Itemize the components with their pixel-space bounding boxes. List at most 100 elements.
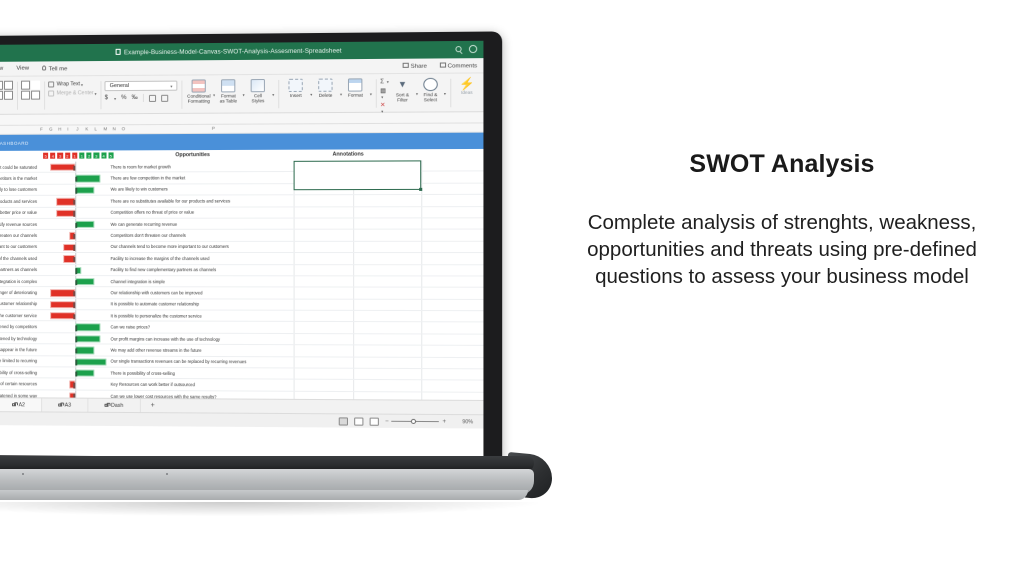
opportunity-cell[interactable]: Key Resources can work better if outsour… [107, 382, 354, 388]
annotation-cell[interactable] [353, 218, 484, 229]
chevron-down-icon[interactable]: ▾ [370, 91, 372, 96]
threat-cell[interactable]: Our relationship is in danger of deterio… [0, 290, 40, 295]
threat-cell[interactable]: There is no possibility of cross-selling [0, 370, 40, 375]
table-row[interactable]: Hard to find complementary partners as c… [0, 264, 484, 277]
opportunity-cell[interactable]: There is possibility of cross-selling [107, 370, 354, 376]
sort-filter-button[interactable]: ▼ Sort & Filter [390, 76, 415, 103]
autosum-button[interactable]: Σ ▾ [380, 79, 390, 85]
column-letter-i[interactable]: I [67, 127, 68, 132]
table-row[interactable]: Channel integration is complex Channel in… [0, 275, 484, 289]
clear-button[interactable]: ✕ ▾ [380, 102, 390, 115]
annotation-cell[interactable] [353, 195, 484, 206]
threat-cell[interactable]: We risk losing the supply of certain res… [0, 381, 40, 386]
zoom-slider[interactable]: − + [385, 418, 446, 425]
opportunity-cell[interactable]: It is possible to automate customer rela… [107, 302, 354, 308]
annotation-cell[interactable] [353, 264, 484, 276]
merge-center-button[interactable]: Merge & Center ▾ [48, 90, 97, 97]
annotation-cell[interactable] [353, 310, 484, 322]
orientation-button[interactable] [21, 80, 31, 90]
opportunity-cell[interactable]: Our relationship with customers can be i… [107, 290, 354, 295]
threat-cell[interactable]: The quality of our resources is threaten… [0, 393, 40, 398]
opportunity-cell[interactable]: Channel integration is simple [107, 279, 354, 284]
number-format-select[interactable]: General ▾ [104, 80, 178, 92]
threat-cell[interactable]: Decreasing margins of the channels used [0, 256, 40, 261]
page-break-view-button[interactable] [369, 417, 379, 426]
column-letter-g[interactable]: G [49, 127, 52, 132]
threat-cell[interactable]: Market could be saturated [0, 164, 40, 169]
threat-cell[interactable]: Our revenues are threatened by competito… [0, 324, 40, 329]
format-cells-button[interactable]: Format [342, 76, 369, 98]
zoom-out-button[interactable]: − [385, 418, 389, 424]
opportunity-cell[interactable]: Our single transactions revenues can be … [107, 359, 354, 365]
sheet-tab-a3[interactable]: A3 [42, 398, 89, 412]
decrease-indent-button[interactable] [21, 90, 31, 100]
annotation-cell[interactable] [353, 345, 484, 357]
table-row[interactable]: Our relationship is in danger of deterio… [0, 287, 484, 300]
percent-format-button[interactable]: % [121, 95, 126, 101]
selected-cell[interactable] [293, 160, 422, 191]
threat-cell[interactable]: Competitors threaten our channels [0, 233, 40, 238]
increase-decimal-button[interactable] [148, 94, 156, 102]
threat-cell[interactable]: Some revenue streams may disappear in th… [0, 347, 40, 352]
table-row[interactable]: There are substitutes for our products a… [0, 195, 484, 208]
account-avatar-icon[interactable] [468, 44, 478, 54]
ideas-button[interactable]: ⚡ Ideas [454, 75, 479, 95]
zoom-track[interactable] [391, 418, 440, 424]
column-letter-f[interactable]: F [40, 127, 43, 132]
delete-cells-button[interactable]: Delete [312, 76, 339, 98]
menu-item-tell-me[interactable]: Tell me [42, 64, 67, 72]
annotation-cell[interactable] [353, 322, 484, 334]
align-right-button[interactable] [3, 90, 14, 100]
annotation-cell[interactable] [353, 334, 484, 346]
menu-item-view[interactable]: View [16, 66, 29, 72]
normal-view-button[interactable] [338, 416, 348, 426]
column-letter-n[interactable]: N [113, 127, 116, 132]
opportunity-cell[interactable]: Competitors don't threaten our channels [107, 233, 354, 238]
threat-cell[interactable]: There are a lot of competitors in the ma… [0, 176, 40, 181]
wrap-text-button[interactable]: Wrap Text ▾ [48, 81, 96, 88]
zoom-in-button[interactable]: + [442, 419, 446, 425]
column-letter-j[interactable]: J [76, 127, 78, 132]
opportunity-cell[interactable]: It is possible to personalize the custom… [107, 313, 354, 319]
column-letter-k[interactable]: K [85, 127, 88, 132]
threat-cell[interactable]: We are likely to lose customers [0, 187, 40, 192]
table-row[interactable]: Channels are less important to our custo… [0, 241, 484, 254]
currency-format-button[interactable]: $ [105, 95, 108, 101]
column-letter-l[interactable]: L [94, 127, 96, 132]
table-row[interactable]: Decreasing margins of the channels used F… [0, 253, 484, 265]
column-letter-h[interactable]: H [58, 127, 61, 132]
threat-cell[interactable]: Our profit margins are threatened by tec… [0, 336, 40, 341]
annotation-cell[interactable] [353, 391, 484, 400]
menu-item-review[interactable]: Review [0, 66, 3, 72]
chevron-down-icon[interactable]: ▾ [272, 92, 274, 97]
annotation-cell[interactable] [353, 241, 484, 253]
zoom-knob[interactable] [411, 418, 417, 424]
opportunity-cell[interactable]: There are no substitutes available for o… [107, 198, 354, 204]
column-letter-m[interactable]: M [103, 127, 107, 132]
comments-button[interactable]: Comments [439, 61, 477, 69]
threat-cell[interactable]: Hard to find complementary partners as c… [0, 267, 40, 272]
column-letter-o[interactable]: O [122, 127, 125, 132]
annotation-cell[interactable] [353, 253, 484, 264]
opportunity-cell[interactable]: Can we raise prices? [107, 325, 354, 331]
increase-indent-button[interactable] [31, 90, 41, 100]
table-row[interactable]: Competitors threaten our channels Competi… [0, 229, 484, 242]
annotation-cell[interactable] [353, 368, 484, 380]
decrease-decimal-button[interactable] [160, 94, 169, 102]
align-middle-button[interactable] [0, 80, 3, 90]
page-layout-view-button[interactable] [354, 416, 364, 426]
annotation-cell[interactable] [353, 299, 484, 311]
annotation-cell[interactable] [353, 229, 484, 241]
chevron-down-icon[interactable]: ▾ [444, 91, 446, 96]
cell-styles-button[interactable]: Cell Styles [245, 77, 272, 104]
threat-cell[interactable]: We are unable to diversify revenue sourc… [0, 222, 40, 227]
conditional-formatting-button[interactable]: Conditional Formatting [186, 77, 212, 104]
table-row[interactable]: Competition offers to offer better price… [0, 206, 484, 219]
sheet-tab-a2[interactable]: A2 [0, 398, 43, 412]
threat-cell[interactable]: It is not possible to personalize the cu… [0, 313, 40, 318]
find-select-button[interactable]: Find & Select [418, 76, 443, 103]
insert-cells-button[interactable]: Insert [283, 77, 310, 99]
annotation-cell[interactable] [353, 380, 484, 392]
table-row[interactable]: We are unable to diversify revenue sourc… [0, 218, 484, 231]
threat-cell[interactable]: Competition offers to offer better price… [0, 210, 40, 215]
